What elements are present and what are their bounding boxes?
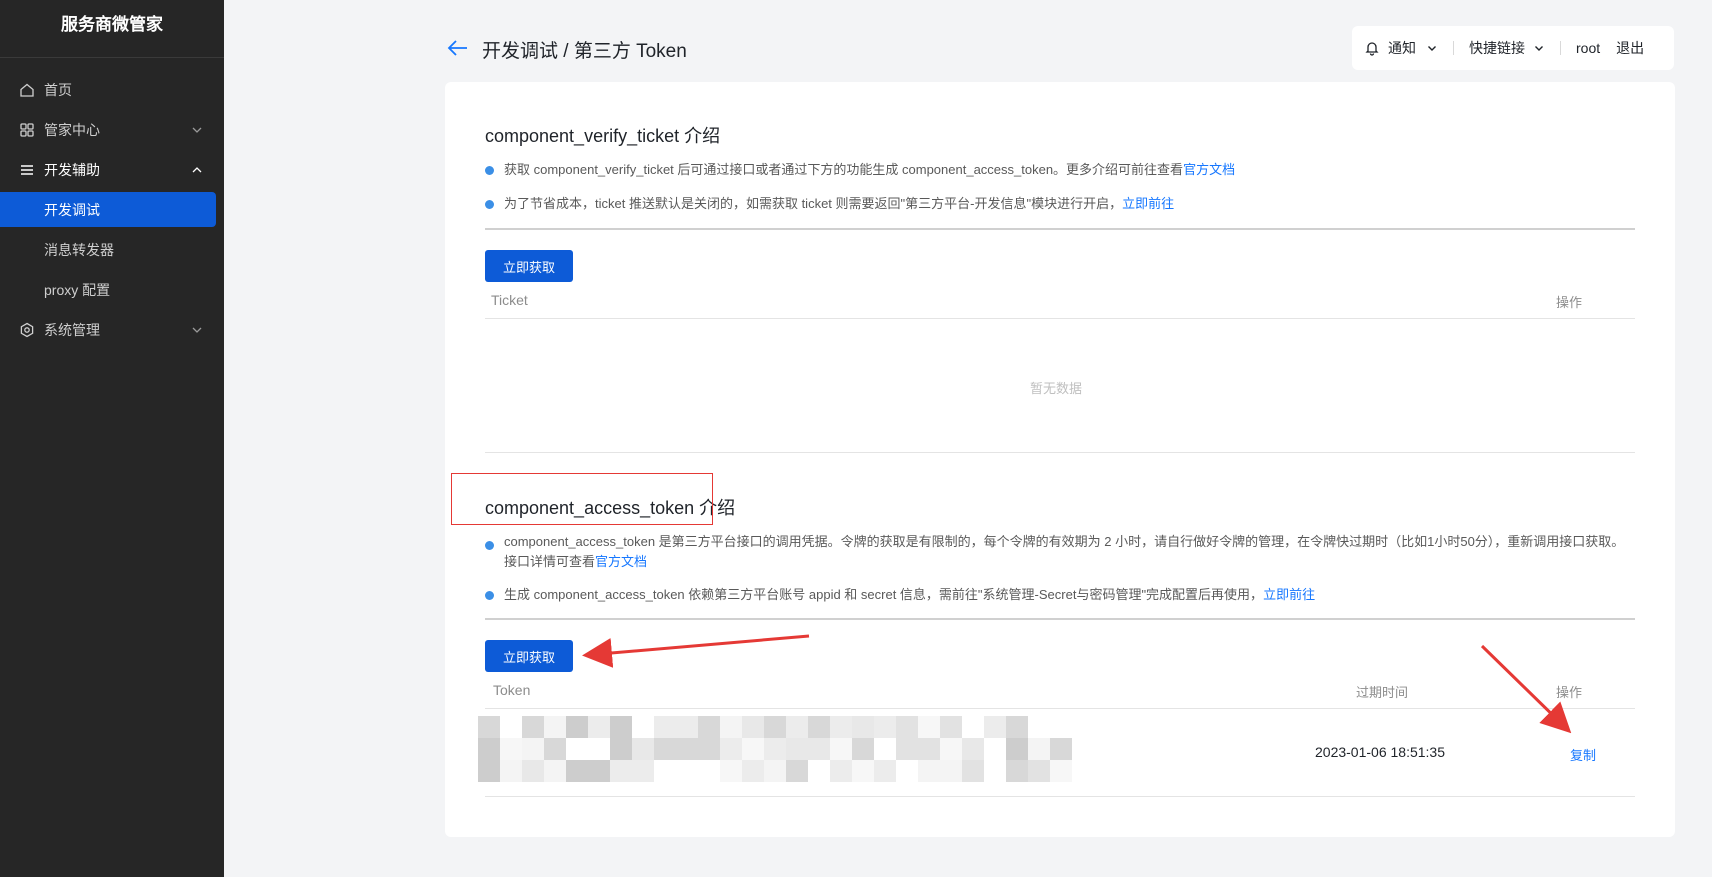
token-bullet-2: 生成 component_access_token 依赖第三方平台账号 appi…	[485, 585, 1635, 605]
bell-icon	[1365, 42, 1379, 56]
copy-token-link[interactable]: 复制	[1570, 745, 1596, 764]
official-docs-link[interactable]: 官方文档	[595, 554, 647, 569]
sidebar-subitem-label: 开发调试	[44, 201, 100, 218]
table-header-divider	[485, 318, 1635, 319]
action-column-header: 操作	[1556, 295, 1583, 310]
token-column-header: Token	[493, 682, 531, 698]
bullet-text-content: 为了节省成本，ticket 推送默认是关闭的，如需获取 ticket 则需要返回…	[504, 196, 1123, 211]
sidebar-item-dev-assist[interactable]: 开发辅助	[0, 150, 224, 190]
bullet-text-content: 生成 component_access_token 依赖第三方平台账号 appi…	[504, 587, 1264, 602]
chevron-down-icon	[192, 327, 202, 333]
hexagon-gear-icon	[18, 321, 36, 339]
go-now-link[interactable]: 立即前往	[1263, 587, 1315, 602]
sidebar-subitem-dev-debug[interactable]: 开发调试	[0, 192, 216, 227]
sidebar-menu: 首页 管家中心 开发辅助 开发调试 消息转发器 proxy 配置 系统管理	[0, 70, 224, 350]
fetch-token-button[interactable]: 立即获取	[485, 640, 573, 672]
user-name[interactable]: root	[1576, 40, 1600, 56]
bullet-text-content: 获取 component_verify_ticket 后可通过接口或者通过下方的…	[504, 162, 1184, 177]
official-docs-link[interactable]: 官方文档	[1183, 162, 1235, 177]
divider	[1453, 41, 1454, 55]
bullet-dot	[485, 591, 494, 600]
empty-state-text: 暂无数据	[1030, 381, 1083, 396]
sidebar-item-home[interactable]: 首页	[0, 70, 224, 110]
sidebar-item-system-management[interactable]: 系统管理	[0, 310, 224, 350]
section-divider	[485, 618, 1635, 620]
chevron-up-icon	[192, 167, 202, 173]
token-expire-time: 2023-01-06 18:51:35	[1315, 744, 1445, 760]
chevron-down-icon	[192, 127, 202, 133]
bullet-text: 生成 component_access_token 依赖第三方平台账号 appi…	[504, 585, 1315, 605]
bullet-dot	[485, 200, 494, 209]
sidebar-item-butler-center[interactable]: 管家中心	[0, 110, 224, 150]
bullet-dot	[485, 166, 494, 175]
bullet-text: component_access_token 是第三方平台接口的调用凭据。令牌的…	[504, 532, 1635, 572]
fetch-ticket-button[interactable]: 立即获取	[485, 250, 573, 282]
bullet-dot	[485, 541, 494, 550]
go-now-link[interactable]: 立即前往	[1122, 196, 1174, 211]
redacted-token-value	[478, 716, 1072, 782]
bullet-text-content: component_access_token 是第三方平台接口的调用凭据。令牌的…	[504, 534, 1625, 569]
brand-title: 服务商微管家	[0, 0, 224, 58]
ticket-bullet-2: 为了节省成本，ticket 推送默认是关闭的，如需获取 ticket 则需要返回…	[485, 194, 1635, 214]
sidebar-item-label: 管家中心	[44, 122, 100, 138]
sidebar-subitem-proxy-config[interactable]: proxy 配置	[0, 270, 224, 310]
sidebar: 服务商微管家 首页 管家中心 开发辅助 开发调试 消息转发器 proxy 配置 …	[0, 0, 224, 877]
menu-icon	[18, 161, 36, 179]
notification-label: 通知	[1388, 40, 1416, 56]
sidebar-subitem-message-forwarder[interactable]: 消息转发器	[0, 230, 224, 270]
grid-icon	[18, 121, 36, 139]
sidebar-item-label: 系统管理	[44, 322, 100, 338]
sidebar-subitem-label: proxy 配置	[44, 282, 111, 298]
chevron-down-icon	[1428, 46, 1436, 51]
expire-column-header: 过期时间	[1356, 685, 1409, 700]
table-bottom-divider	[485, 452, 1635, 453]
table-header-divider	[485, 708, 1635, 709]
token-bullet-1: component_access_token 是第三方平台接口的调用凭据。令牌的…	[485, 532, 1635, 572]
ticket-bullet-1: 获取 component_verify_ticket 后可通过接口或者通过下方的…	[485, 160, 1635, 180]
table-bottom-divider	[485, 796, 1635, 797]
section-divider	[485, 228, 1635, 230]
quick-links-dropdown[interactable]: 快捷链接	[1469, 38, 1545, 58]
bullet-text: 为了节省成本，ticket 推送默认是关闭的，如需获取 ticket 则需要返回…	[504, 194, 1174, 214]
bullet-text: 获取 component_verify_ticket 后可通过接口或者通过下方的…	[504, 160, 1235, 180]
top-toolbar: 通知 快捷链接 root 退出	[1352, 26, 1674, 70]
notification-dropdown[interactable]: 通知	[1364, 38, 1438, 58]
back-arrow-icon[interactable]	[446, 36, 470, 60]
quick-links-label: 快捷链接	[1469, 40, 1525, 56]
sidebar-item-label: 首页	[44, 82, 72, 98]
ticket-section-title: component_verify_ticket 介绍	[485, 126, 721, 146]
home-icon	[18, 81, 36, 99]
chevron-down-icon	[1535, 46, 1543, 51]
logout-link[interactable]: 退出	[1616, 38, 1644, 58]
ticket-column-header: Ticket	[491, 292, 528, 308]
divider	[1560, 41, 1561, 55]
action-column-header: 操作	[1556, 685, 1583, 700]
highlight-box-annotation	[451, 473, 713, 525]
page-title: 开发调试 / 第三方 Token	[482, 41, 687, 62]
sidebar-subitem-label: 消息转发器	[44, 242, 114, 258]
sidebar-item-label: 开发辅助	[44, 162, 100, 178]
